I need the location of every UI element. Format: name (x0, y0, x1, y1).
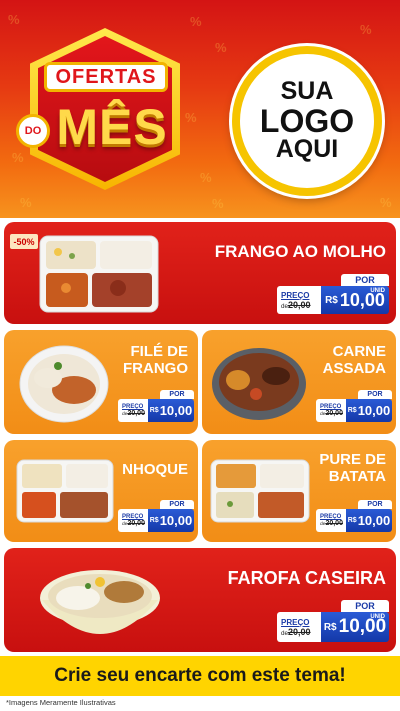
price: 10,00 (357, 513, 391, 528)
currency: R$ (149, 517, 159, 524)
product-name: CARNE ASSADA (322, 343, 386, 378)
preco-label: PREÇO (281, 290, 310, 300)
old-price: 20,00 (325, 410, 343, 417)
price-tag: POR PREÇO de20,00 R$ 10,00 (316, 500, 392, 532)
product-name: FILÉ DE FRANGO (123, 343, 188, 378)
de-label: de (281, 629, 289, 637)
ofertas-label-box: OFERTAS (44, 62, 168, 92)
product-card-nhoque[interactable]: NHOQUE POR PREÇO de20,00 R$ 10,00 (4, 440, 198, 542)
product-card-carne-assada[interactable]: CARNE ASSADA POR PREÇO de20,00 R$ 10,00 (202, 330, 396, 434)
price-tag: POR PREÇO de20,00 R$ 10,00 UNID (277, 600, 389, 642)
price: 10,00 (357, 403, 391, 418)
product-card-pure-de-batata[interactable]: PURE DE BATATA POR PREÇO de20,00 R$ 10,0… (202, 440, 396, 542)
mes-title: MÊS (56, 99, 168, 155)
price-tag: POR PREÇO de20,00 R$ 10,00 (118, 500, 194, 532)
currency: R$ (323, 621, 337, 633)
product-card-frango-ao-molho[interactable]: FRANGO AO MOLHO POR PREÇO de20,00 R$ 10,… (4, 222, 396, 324)
unit-label: UNID (370, 288, 385, 294)
logo-line-1: SUA (280, 77, 334, 106)
header-banner: % % % % % % % % % % OFERTAS DO MÊS SUA L… (0, 0, 400, 218)
food-tray-image (210, 459, 310, 523)
old-price: 20,00 (288, 626, 311, 637)
de-label: de (281, 302, 289, 310)
por-label: POR (160, 500, 194, 509)
product-name: NHOQUE (122, 461, 188, 478)
por-label: POR (358, 390, 392, 399)
por-label: POR (160, 390, 194, 399)
footer: *Imagens Meramente Ilustrativas (0, 696, 400, 711)
flyer-page: % % % % % % % % % % OFERTAS DO MÊS SUA L… (0, 0, 400, 711)
food-tray-image (39, 235, 159, 313)
do-circle: DO (16, 114, 50, 148)
currency: R$ (325, 294, 338, 306)
product-name-line-1: CARNE (332, 343, 386, 360)
old-price: 20,00 (325, 520, 343, 527)
product-card-farofa-caseira[interactable]: FAROFA CASEIRA POR PREÇO de20,00 R$ 10,0… (4, 548, 396, 652)
do-label: DO (24, 125, 42, 137)
food-tray-image (16, 459, 114, 523)
currency: R$ (347, 517, 357, 524)
price-tag: POR PREÇO de20,00 R$ 10,00 (316, 390, 392, 422)
product-name: PURE DE BATATA (319, 451, 386, 486)
por-label: POR (341, 274, 389, 286)
unit-label: UNID (370, 614, 385, 620)
price-tag: POR PREÇO de20,00 R$ 10,00 UNID (277, 274, 389, 314)
cta-banner[interactable]: Crie seu encarte com este tema! (0, 656, 400, 696)
logo-placeholder: SUA LOGO AQUI (232, 46, 382, 196)
price: 10,00 (159, 513, 193, 528)
old-price: 20,00 (288, 299, 311, 310)
food-bowl-image (40, 570, 160, 634)
logo-line-2: LOGO (259, 102, 355, 139)
por-label: POR (358, 500, 392, 509)
logo-line-3: AQUI (275, 135, 339, 164)
product-name-line-1: PURE DE (319, 451, 386, 468)
disclaimer-text: *Imagens Meramente Ilustrativas (6, 698, 116, 707)
price: 10,00 (159, 403, 193, 418)
cta-text: Crie seu encarte com este tema! (54, 665, 346, 686)
por-label: POR (341, 600, 389, 612)
ofertas-do-mes-badge: OFERTAS DO MÊS (16, 28, 180, 190)
price-tag: POR PREÇO de20,00 R$ 10,00 (118, 390, 194, 422)
food-bowl-image (212, 348, 306, 420)
currency: R$ (149, 407, 159, 414)
product-card-file-de-frango[interactable]: FILÉ DE FRANGO POR PREÇO de20,00 R$ 10,0… (4, 330, 198, 434)
currency: R$ (347, 407, 357, 414)
product-name-line-2: ASSADA (322, 359, 386, 377)
ofertas-title: OFERTAS (55, 65, 157, 88)
old-price: 20,00 (127, 520, 145, 527)
product-name-line-1: FILÉ DE (130, 343, 188, 360)
product-name-line-2: BATATA (328, 467, 386, 485)
product-name: FAROFA CASEIRA (227, 568, 386, 588)
product-name-line-2: FRANGO (123, 359, 188, 377)
discount-badge: -50% (10, 234, 38, 249)
food-plate-image (19, 345, 109, 423)
old-price: 20,00 (127, 410, 145, 417)
product-name: FRANGO AO MOLHO (214, 242, 386, 261)
preco-label: PREÇO (281, 617, 310, 627)
